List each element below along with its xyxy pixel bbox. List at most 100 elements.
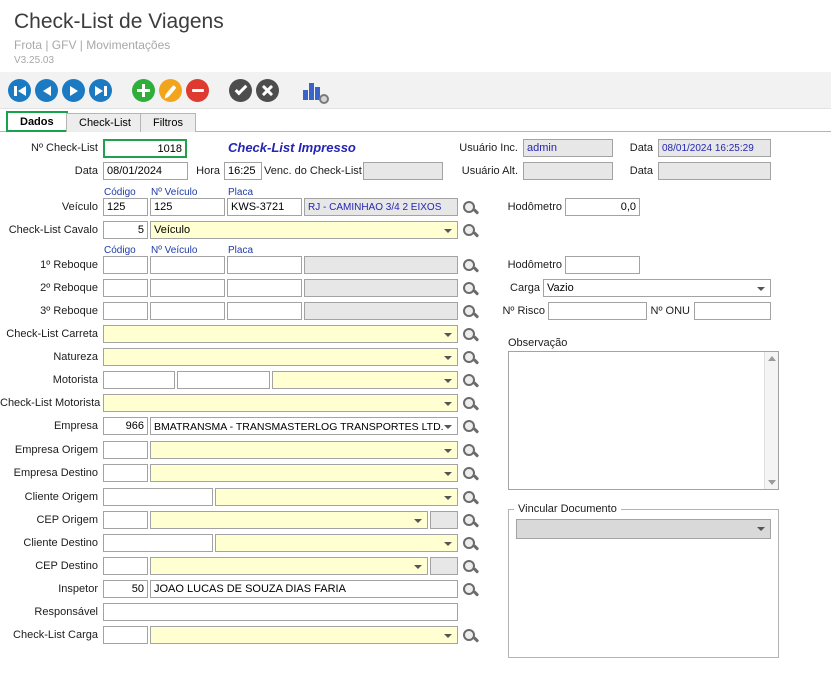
observacao-text (511, 354, 762, 487)
reboque3-codigo-field[interactable] (103, 302, 148, 320)
reboque1-codigo-field[interactable] (103, 256, 148, 274)
empresa-codigo-field[interactable]: 966 (103, 417, 148, 435)
cep-origem-codigo-field[interactable] (103, 511, 148, 529)
num-checklist-field[interactable]: 1018 (103, 139, 187, 158)
previous-record-button[interactable] (35, 79, 58, 102)
empresa-search-icon[interactable] (462, 419, 478, 435)
data-field[interactable]: 08/01/2024 (103, 162, 188, 180)
cep-destino-codigo-field[interactable] (103, 557, 148, 575)
cliente-origem-combo[interactable] (215, 488, 458, 506)
reboque3-placa-field[interactable] (227, 302, 302, 320)
empresa-origem-combo[interactable] (150, 441, 458, 459)
next-record-button[interactable] (62, 79, 85, 102)
status-text: Check-List Impresso (228, 140, 356, 155)
checklist-motorista-combo[interactable] (103, 394, 458, 412)
reboque3-search-icon[interactable] (462, 304, 478, 320)
reboque2-codigo-field[interactable] (103, 279, 148, 297)
reboque1-numero-field[interactable] (150, 256, 225, 274)
reboque3-numero-field[interactable] (150, 302, 225, 320)
empresa-origem-search-icon[interactable] (462, 443, 478, 459)
checklist-carga-search-icon[interactable] (462, 628, 478, 644)
last-record-icon (95, 86, 103, 96)
cep-origem-label: CEP Origem (0, 514, 98, 526)
cliente-destino-search-icon[interactable] (462, 536, 478, 552)
edit-record-button[interactable] (159, 79, 182, 102)
add-record-button[interactable] (132, 79, 155, 102)
checklist-motorista-search-icon[interactable] (462, 396, 478, 412)
column-num-veiculo-1: Nº Veículo (151, 187, 197, 198)
motorista-combo[interactable] (272, 371, 458, 389)
scroll-up-icon[interactable] (765, 352, 778, 365)
responsavel-field[interactable] (103, 603, 458, 621)
veiculo-codigo-field[interactable]: 125 (103, 198, 148, 216)
reboque2-search-icon[interactable] (462, 281, 478, 297)
hodometro-veiculo-label: Hodômetro (488, 201, 562, 213)
empresa-combo[interactable]: BMATRANSMA - TRANSMASTERLOG TRANSPORTES … (150, 417, 458, 435)
checklist-cavalo-combo[interactable]: Veículo (150, 221, 458, 239)
motorista-codigo-field[interactable] (103, 371, 175, 389)
reboque3-label: 3º Reboque (0, 305, 98, 317)
cep-origem-aux-field (430, 511, 458, 529)
checklist-carga-combo[interactable] (150, 626, 458, 644)
reboque2-numero-field[interactable] (150, 279, 225, 297)
column-placa-1: Placa (228, 187, 253, 198)
observacao-scrollbar[interactable] (764, 352, 778, 489)
cep-origem-combo[interactable] (150, 511, 428, 529)
cliente-destino-codigo-field[interactable] (103, 534, 213, 552)
reboque1-search-icon[interactable] (462, 258, 478, 274)
cliente-destino-label: Cliente Destino (0, 537, 98, 549)
chart-settings-button[interactable] (303, 80, 329, 102)
version-label: V3.25.03 (14, 55, 54, 66)
delete-record-button[interactable] (186, 79, 209, 102)
tab-filtros[interactable]: Filtros (140, 113, 196, 132)
checklist-cavalo-label: Check-List Cavalo (0, 224, 98, 236)
confirm-button[interactable] (229, 79, 252, 102)
veiculo-placa-field[interactable]: KWS-3721 (227, 198, 302, 216)
hodometro-reboque-label: Hodômetro (488, 259, 562, 271)
num-risco-field[interactable] (548, 302, 647, 320)
checklist-carreta-search-icon[interactable] (462, 327, 478, 343)
venc-checklist-label: Venc. do Check-List (264, 165, 360, 177)
tab-dados[interactable]: Dados (6, 111, 68, 132)
cep-origem-search-icon[interactable] (462, 513, 478, 529)
hodometro-reboque-field[interactable] (565, 256, 640, 274)
checklist-cavalo-codigo-field[interactable]: 5 (103, 221, 148, 239)
cep-destino-search-icon[interactable] (462, 559, 478, 575)
tab-checklist[interactable]: Check-List (66, 113, 144, 132)
minus-icon (192, 89, 204, 92)
vincular-documento-combo[interactable] (516, 519, 771, 539)
checklist-carga-codigo-field[interactable] (103, 626, 148, 644)
motorista-search-icon[interactable] (462, 373, 478, 389)
carga-combo[interactable]: Vazio (543, 279, 771, 297)
cliente-destino-combo[interactable] (215, 534, 458, 552)
observacao-textarea[interactable] (508, 351, 779, 490)
veiculo-search-icon[interactable] (462, 200, 478, 216)
cancel-button[interactable] (256, 79, 279, 102)
reboque1-placa-field[interactable] (227, 256, 302, 274)
column-codigo-1: Código (104, 187, 136, 198)
hodometro-veiculo-field[interactable]: 0,0 (565, 198, 640, 216)
veiculo-numero-field[interactable]: 125 (150, 198, 225, 216)
first-record-button[interactable] (8, 79, 31, 102)
empresa-destino-combo[interactable] (150, 464, 458, 482)
checklist-cavalo-search-icon[interactable] (462, 223, 478, 239)
inspetor-codigo-field[interactable]: 50 (103, 580, 148, 598)
empresa-origem-codigo-field[interactable] (103, 441, 148, 459)
last-record-button[interactable] (89, 79, 112, 102)
inspetor-field[interactable]: JOAO LUCAS DE SOUZA DIAS FARIA (150, 580, 458, 598)
scroll-down-icon[interactable] (765, 476, 778, 489)
cliente-origem-search-icon[interactable] (462, 490, 478, 506)
reboque2-placa-field[interactable] (227, 279, 302, 297)
empresa-destino-codigo-field[interactable] (103, 464, 148, 482)
natureza-search-icon[interactable] (462, 350, 478, 366)
num-onu-label: Nº ONU (648, 305, 690, 317)
checklist-carreta-combo[interactable] (103, 325, 458, 343)
inspetor-search-icon[interactable] (462, 582, 478, 598)
hora-field[interactable]: 16:25 (224, 162, 262, 180)
cliente-origem-codigo-field[interactable] (103, 488, 213, 506)
natureza-combo[interactable] (103, 348, 458, 366)
motorista-numero-field[interactable] (177, 371, 270, 389)
num-onu-field[interactable] (694, 302, 771, 320)
cep-destino-combo[interactable] (150, 557, 428, 575)
empresa-destino-search-icon[interactable] (462, 466, 478, 482)
